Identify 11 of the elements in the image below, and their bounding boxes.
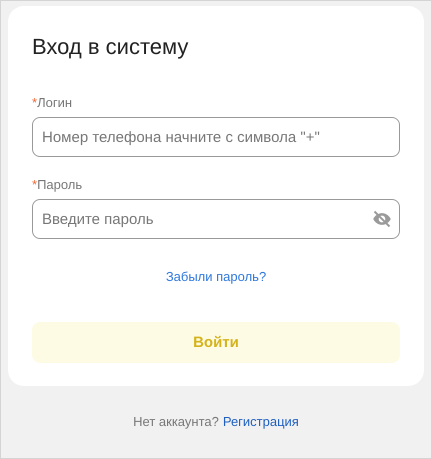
password-field[interactable]: Введите пароль xyxy=(32,199,400,239)
required-mark: * xyxy=(32,177,38,192)
register-link[interactable]: Регистрация xyxy=(222,414,299,429)
footer-text: Нет аккаунта? xyxy=(133,414,219,429)
forgot-password-link[interactable]: Забыли пароль? xyxy=(166,269,266,284)
required-mark: * xyxy=(32,95,38,110)
field-label: Логин xyxy=(37,95,72,110)
field-label: Пароль xyxy=(37,177,82,192)
login-field[interactable]: Номер телефона начните с символа "+" xyxy=(32,117,400,157)
form-title: Вход в систему xyxy=(32,34,190,60)
eye-off-icon[interactable] xyxy=(372,209,392,229)
